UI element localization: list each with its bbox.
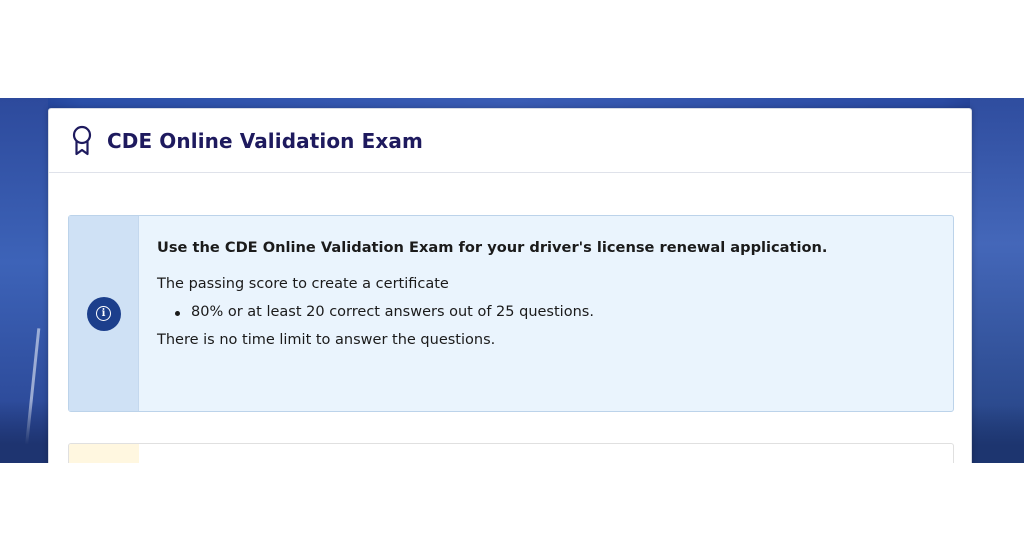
alert-body: Use the CDE Online Validation Exam for y… bbox=[139, 216, 845, 411]
page-bottom-margin bbox=[0, 463, 1024, 536]
alert-intro: The passing score to create a certificat… bbox=[157, 276, 449, 292]
info-icon: i bbox=[86, 296, 121, 331]
alert-heading: Use the CDE Online Validation Exam for y… bbox=[157, 239, 828, 256]
background-ground-left bbox=[0, 401, 48, 463]
background-ground-right bbox=[970, 405, 1024, 463]
list-item: 80% or at least 20 correct answers out o… bbox=[173, 304, 827, 320]
alert-footer: There is no time limit to answer the que… bbox=[157, 332, 496, 348]
exam-card: CDE Online Validation Exam i Use the CDE… bbox=[48, 108, 972, 483]
alert-bullet-list: 80% or at least 20 correct answers out o… bbox=[173, 304, 827, 320]
info-alert: i Use the CDE Online Validation Exam for… bbox=[68, 215, 954, 412]
award-icon bbox=[69, 125, 95, 157]
page-title: CDE Online Validation Exam bbox=[107, 128, 423, 153]
card-header: CDE Online Validation Exam bbox=[49, 109, 971, 173]
alert-icon-column: i bbox=[69, 216, 139, 411]
